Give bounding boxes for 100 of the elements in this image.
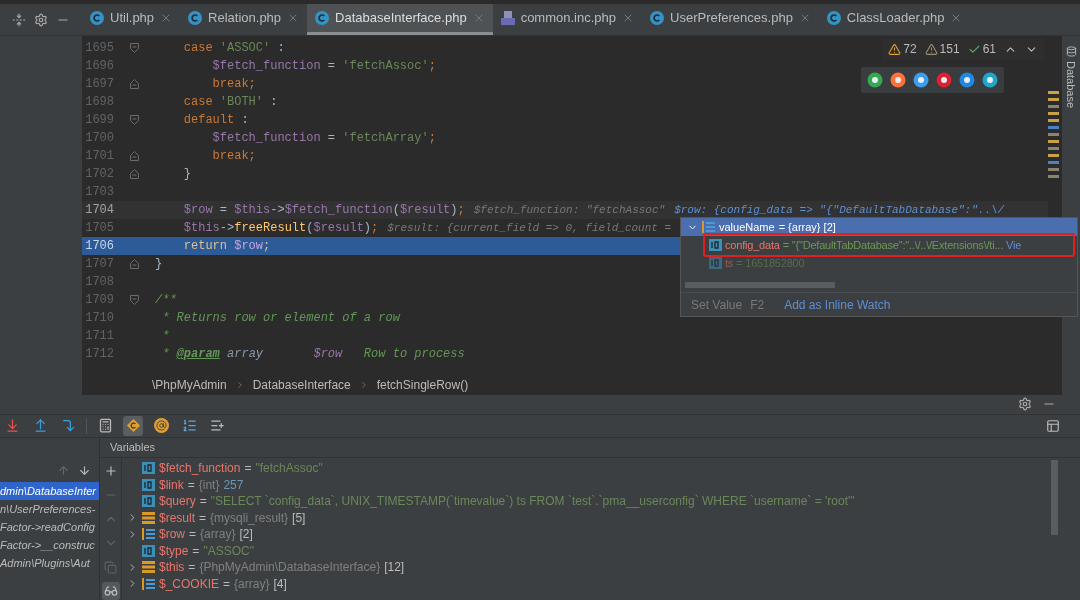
class-diamond-icon — [125, 418, 141, 434]
code-line: } — [155, 256, 163, 273]
tab-label: UserPreferences.php — [670, 9, 793, 28]
fold-marker-icon[interactable] — [130, 43, 139, 53]
code-line: break; — [211, 148, 256, 165]
stack-frame[interactable]: n\UserPreferences- — [0, 500, 99, 518]
variable-name: $row — [159, 526, 185, 544]
editor-tab[interactable]: UserPreferences.php — [642, 4, 819, 35]
settings-icon[interactable] — [1018, 397, 1032, 412]
variable-name: $query — [159, 493, 196, 511]
code-line: $row = $this->$fetch_function($result); — [182, 202, 465, 219]
code-line: case 'ASSOC' : — [182, 40, 285, 57]
variables-tool-button[interactable] — [101, 582, 120, 600]
primitive-value-icon — [142, 478, 155, 491]
inspection-count[interactable]: 61 — [982, 40, 996, 58]
at-sign-icon — [153, 418, 169, 434]
stack-frame[interactable]: Factor->__construc — [0, 536, 99, 554]
fold-marker-icon[interactable] — [130, 79, 139, 89]
editor-tab[interactable]: ClassLoader.php — [818, 4, 971, 35]
line-number: 1696 — [84, 58, 114, 75]
browser-icon[interactable] — [982, 72, 998, 88]
browser-icon[interactable] — [867, 72, 883, 88]
code-line: $this->freeResult($result); — [182, 220, 379, 237]
variable-name: config_data — [725, 237, 780, 253]
line-number: 1695 — [84, 40, 114, 57]
editor-tab[interactable]: Util.php — [82, 4, 181, 35]
line-number: 1701 — [84, 148, 114, 165]
debug-toolbar-button[interactable] — [123, 415, 143, 436]
class-file-icon — [826, 11, 841, 25]
glasses-icon — [103, 584, 118, 598]
fold-marker-icon[interactable] — [130, 115, 139, 125]
scrollbar[interactable] — [685, 282, 835, 288]
breadcrumb-item[interactable]: \PhpMyAdmin — [152, 376, 227, 394]
equals-sign: = — [188, 559, 196, 577]
fold-marker-icon[interactable] — [130, 151, 139, 161]
equals-sign: = — [223, 575, 231, 593]
class-file-icon — [315, 11, 330, 25]
fold-marker-icon[interactable] — [130, 169, 139, 179]
scrollbar[interactable] — [1051, 460, 1058, 535]
run-to-cursor-icon — [60, 418, 76, 434]
fold-marker-icon[interactable] — [130, 259, 139, 269]
equals-sign: = — [192, 542, 200, 560]
primitive-value-icon — [142, 462, 155, 475]
line-number: 1702 — [84, 166, 114, 183]
editor-tab[interactable]: common.inc.php — [492, 4, 642, 35]
equals-sign: = — [187, 476, 195, 494]
tree-row[interactable]: valueName = {array} [2] — [681, 218, 1077, 236]
close-icon[interactable] — [622, 12, 634, 24]
browser-icon[interactable] — [936, 72, 952, 88]
line-number: 1697 — [84, 76, 114, 93]
add-inline-watch-link[interactable]: Add as Inline Watch — [784, 295, 891, 314]
editor-tab[interactable]: Relation.php — [180, 4, 308, 35]
variable-name: $type — [159, 542, 189, 560]
inspection-count[interactable]: 151 — [939, 40, 960, 58]
equals-sign: = — [199, 493, 207, 511]
view-link[interactable]: Vie — [1006, 236, 1022, 254]
line-number: 1705 — [84, 220, 114, 237]
primitive-value-icon — [709, 239, 722, 251]
class-file-icon — [90, 11, 104, 25]
variable-name: $link — [159, 476, 184, 494]
database-icon[interactable] — [1065, 46, 1077, 57]
inline-value-hint: $result: {current_field => 0, field_count = — [387, 220, 672, 236]
line-number: 1704 — [84, 202, 114, 219]
variable-type: {array} — [200, 526, 236, 544]
up-arrow-icon[interactable] — [57, 463, 70, 477]
variable-type: {int} — [198, 476, 220, 494]
line-number: 1711 — [84, 328, 114, 345]
code-line: } — [182, 166, 191, 183]
browser-icon[interactable] — [913, 72, 929, 88]
inspection-count[interactable]: 72 — [903, 40, 917, 58]
list-plus-icon — [209, 418, 225, 434]
fold-marker-icon[interactable] — [130, 295, 139, 305]
breadcrumb-item[interactable]: fetchSingleRow() — [376, 376, 469, 394]
line-number: 1700 — [84, 130, 114, 147]
line-number: 1708 — [84, 274, 114, 291]
array-icon — [142, 528, 155, 541]
equals-sign: = — [189, 526, 197, 544]
class-file-icon — [188, 11, 203, 25]
breadcrumb-item[interactable]: DatabaseInterface — [252, 376, 351, 394]
line-number: 1709 — [84, 292, 114, 309]
stack-frame[interactable]: Admin\Plugins\Aut — [0, 554, 99, 572]
variable-value: "fetchAssoc" — [255, 460, 323, 478]
down-arrow-icon[interactable] — [78, 463, 91, 477]
code-line: default : — [182, 112, 249, 129]
settings-icon[interactable] — [34, 12, 48, 27]
browser-icon[interactable] — [890, 72, 906, 88]
collapse-all-icon[interactable] — [12, 12, 26, 27]
code-line: * Returns row or element of a row — [161, 310, 400, 327]
stack-frame[interactable]: Factor->readConfig — [0, 518, 99, 536]
editor-tab[interactable]: DatabaseInterface.php — [307, 4, 493, 35]
browser-icon[interactable] — [959, 72, 975, 88]
variable-value: 257 — [223, 476, 244, 494]
object-icon — [142, 511, 155, 524]
variable-value: [12] — [384, 559, 405, 577]
warning-icon — [888, 42, 902, 56]
layout-icon[interactable] — [1046, 418, 1060, 433]
line-number: 1699 — [84, 112, 114, 129]
stack-frame[interactable]: dmin\DatabaseInter — [0, 482, 99, 500]
line-number: 1712 — [84, 346, 114, 363]
database-tool-tab[interactable]: Database — [1062, 61, 1080, 109]
